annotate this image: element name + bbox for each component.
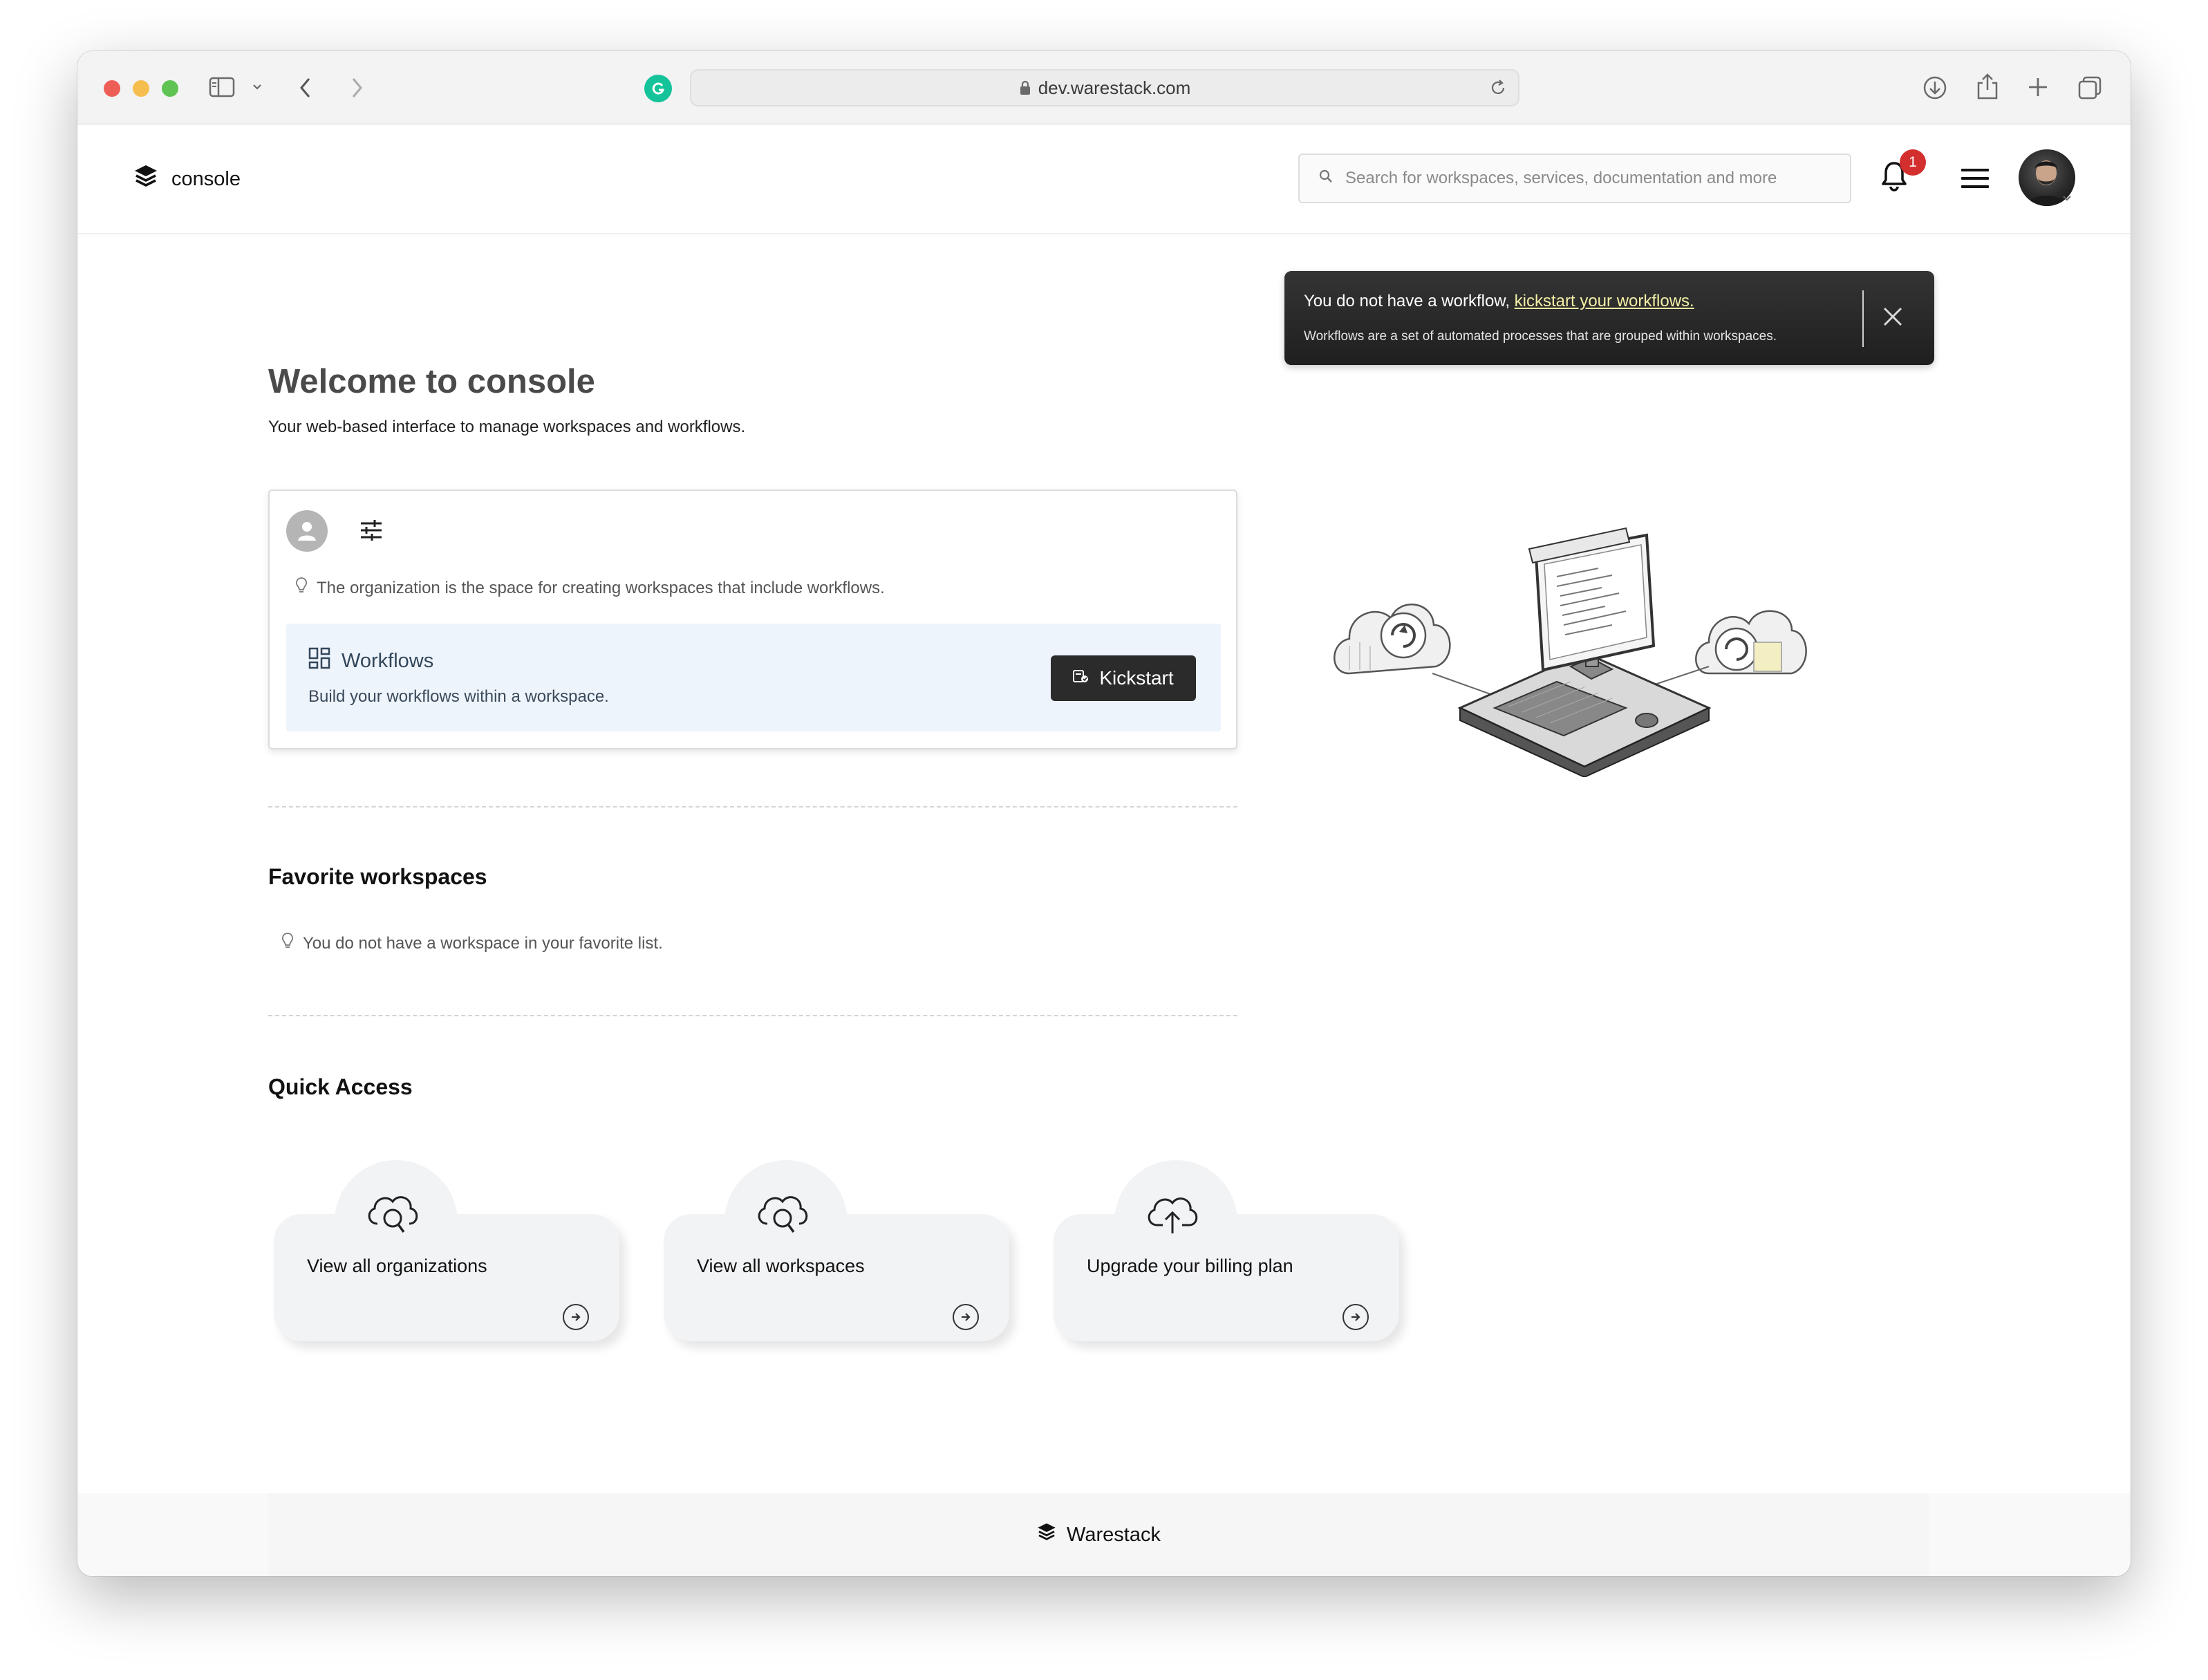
global-search-input[interactable]: Search for workspaces, services, documen…: [1298, 153, 1851, 203]
kickstart-label: Kickstart: [1099, 667, 1174, 689]
downloads-icon[interactable]: [1922, 75, 1948, 101]
close-window-button[interactable]: [104, 80, 120, 97]
favorite-workspaces-heading: Favorite workspaces: [268, 864, 487, 889]
cloud-search-icon: [364, 1188, 422, 1244]
brand-name: console: [171, 167, 241, 190]
quick-access-card-workspaces[interactable]: View all workspaces: [664, 1160, 1009, 1395]
lock-icon: [1019, 80, 1031, 95]
workflows-title: Workflows: [342, 649, 434, 672]
layers-logo-icon: [133, 163, 159, 195]
browser-window: dev.warestack.com console Search for wor…: [77, 51, 2131, 1576]
workflows-panel: Workflows Build your workflows within a …: [286, 624, 1221, 731]
page-subtitle: Your web-based interface to manage works…: [268, 418, 746, 436]
browser-toolbar: dev.warestack.com: [77, 51, 2131, 124]
brand-logo[interactable]: console: [133, 163, 241, 195]
hamburger-menu-icon[interactable]: [1961, 167, 1990, 193]
avatar-chevron-down-icon[interactable]: [2061, 194, 2073, 206]
footer-brand[interactable]: Warestack: [1067, 1524, 1161, 1547]
workflows-description: Build your workflows within a workspace.: [308, 687, 609, 706]
arrow-right-circle-icon[interactable]: [953, 1304, 979, 1330]
toast-message: You do not have a workflow, kickstart yo…: [1304, 292, 1694, 311]
quick-access-card-organizations[interactable]: View all organizations: [274, 1160, 619, 1395]
favorites-empty-hint: You do not have a workspace in your favo…: [281, 932, 663, 955]
page-title: Welcome to console: [268, 363, 595, 400]
new-tab-icon[interactable]: [2027, 76, 2049, 98]
workflow-toast: You do not have a workflow, kickstart yo…: [1284, 271, 1934, 365]
toast-separator: [1862, 290, 1864, 347]
sidebar-toggle-icon[interactable]: [209, 76, 236, 98]
quick-access-heading: Quick Access: [268, 1074, 413, 1099]
tab-overview-icon[interactable]: [2077, 75, 2103, 101]
organization-card: The organization is the space for creati…: [268, 489, 1237, 749]
toast-text: You do not have a workflow,: [1304, 292, 1515, 310]
zoom-window-button[interactable]: [162, 80, 178, 97]
footer: Warestack: [268, 1493, 1929, 1576]
chevron-down-icon[interactable]: [252, 82, 263, 93]
kickstart-workflows-link[interactable]: kickstart your workflows.: [1515, 292, 1694, 310]
quick-access-label: Upgrade your billing plan: [1087, 1256, 1293, 1276]
app-header: console Search for workspaces, services,…: [77, 124, 2131, 234]
organization-hint: The organization is the space for creati…: [294, 577, 885, 599]
lightbulb-icon: [281, 932, 294, 955]
dashboard-grid-icon: [308, 647, 330, 675]
back-icon[interactable]: [297, 76, 314, 100]
quick-access-label: View all organizations: [307, 1256, 487, 1276]
address-bar[interactable]: dev.warestack.com: [690, 69, 1519, 106]
arrow-right-circle-icon[interactable]: [1342, 1304, 1369, 1330]
quick-access-label: View all workspaces: [697, 1256, 865, 1276]
section-divider: [268, 806, 1237, 808]
minimize-window-button[interactable]: [133, 80, 149, 97]
section-divider: [268, 1015, 1237, 1016]
url-text: dev.warestack.com: [1038, 77, 1191, 98]
organization-hint-text: The organization is the space for creati…: [317, 578, 885, 597]
kickstart-icon: [1073, 667, 1089, 689]
quick-access-card-billing[interactable]: Upgrade your billing plan: [1054, 1160, 1399, 1395]
share-icon[interactable]: [1976, 72, 1999, 101]
grammarly-extension-icon[interactable]: [644, 75, 672, 102]
lightbulb-icon: [294, 577, 308, 599]
cloud-upload-icon: [1143, 1188, 1201, 1244]
cloud-search-icon: [754, 1188, 812, 1244]
reload-icon[interactable]: [1489, 79, 1507, 102]
favorites-empty-text: You do not have a workspace in your favo…: [303, 933, 663, 953]
computer-cloud-illustration: [1322, 501, 1833, 781]
layers-logo-icon: [1036, 1522, 1057, 1548]
toast-description: Workflows are a set of automated process…: [1304, 329, 1777, 344]
search-placeholder: Search for workspaces, services, documen…: [1345, 169, 1777, 187]
arrow-right-circle-icon[interactable]: [563, 1304, 589, 1330]
notification-badge: 1: [1900, 149, 1926, 176]
settings-sliders-icon[interactable]: [359, 520, 383, 544]
search-icon: [1319, 169, 1333, 188]
forward-icon[interactable]: [348, 76, 365, 100]
close-icon[interactable]: [1882, 306, 1904, 331]
kickstart-button[interactable]: Kickstart: [1051, 655, 1196, 701]
workflows-heading: Workflows: [308, 647, 433, 675]
organization-avatar-icon[interactable]: [286, 510, 328, 552]
